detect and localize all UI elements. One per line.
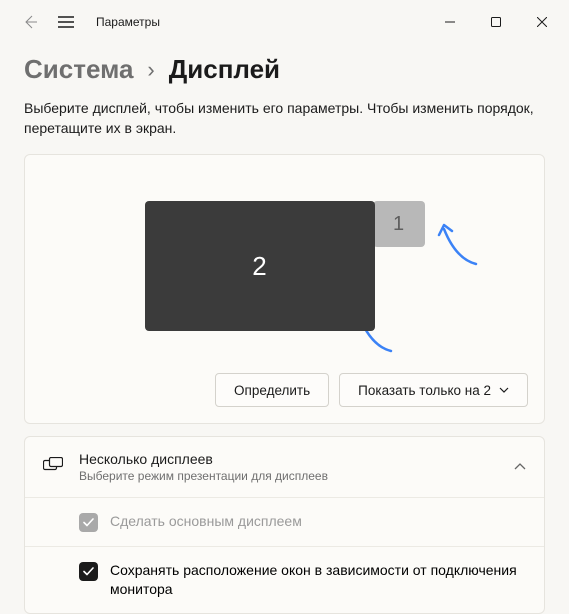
breadcrumb-separator: ›: [147, 57, 154, 83]
breadcrumb-parent[interactable]: Система: [24, 54, 133, 85]
annotation-arrow-2: [436, 219, 486, 274]
remember-layout-label: Сохранять расположение окон в зависимост…: [110, 561, 526, 599]
multiple-displays-header[interactable]: Несколько дисплеев Выберите режим презен…: [25, 437, 544, 497]
display-arrangement-area: 2 1 Определить Показать только на 2: [24, 154, 545, 424]
monitor-1[interactable]: 1: [373, 201, 425, 247]
projection-mode-label: Показать только на 2: [358, 383, 491, 398]
multiple-displays-icon: [43, 457, 63, 478]
multiple-displays-body: Сделать основным дисплеем Сохранять расп…: [25, 497, 544, 613]
page-description: Выберите дисплей, чтобы изменить его пар…: [24, 99, 545, 138]
remember-layout-checkbox[interactable]: [79, 562, 98, 581]
projection-mode-dropdown[interactable]: Показать только на 2: [339, 373, 528, 407]
monitor-stage[interactable]: 2 1: [41, 171, 528, 361]
multiple-displays-subtitle: Выберите режим презентации для дисплеев: [79, 469, 498, 483]
collapse-button[interactable]: [514, 458, 526, 476]
content: Система › Дисплей Выберите дисплей, чтоб…: [0, 54, 569, 614]
back-button[interactable]: [18, 10, 42, 34]
monitor-2[interactable]: 2: [145, 201, 375, 331]
chevron-down-icon: [499, 387, 509, 393]
minimize-icon: [445, 17, 455, 27]
multiple-displays-titles: Несколько дисплеев Выберите режим презен…: [79, 451, 498, 483]
make-primary-checkbox: [79, 513, 98, 532]
maximize-icon: [491, 17, 501, 27]
arrow-left-icon: [22, 14, 38, 30]
app-title: Параметры: [96, 15, 160, 29]
maximize-button[interactable]: [473, 6, 519, 38]
multiple-displays-section: Несколько дисплеев Выберите режим презен…: [24, 436, 545, 614]
checkmark-icon: [83, 567, 94, 576]
close-icon: [537, 17, 547, 27]
identify-button[interactable]: Определить: [215, 373, 329, 407]
make-primary-row: Сделать основным дисплеем: [25, 498, 544, 546]
hamburger-icon: [58, 16, 74, 28]
multiple-displays-title: Несколько дисплеев: [79, 451, 498, 467]
titlebar-left: Параметры: [4, 4, 160, 40]
breadcrumb-current: Дисплей: [169, 54, 280, 85]
display-actions: Определить Показать только на 2: [41, 373, 528, 407]
chevron-up-icon: [514, 463, 526, 471]
menu-button[interactable]: [48, 4, 84, 40]
make-primary-label: Сделать основным дисплеем: [110, 512, 302, 531]
window-controls: [427, 6, 565, 38]
minimize-button[interactable]: [427, 6, 473, 38]
close-button[interactable]: [519, 6, 565, 38]
breadcrumb: Система › Дисплей: [24, 54, 545, 85]
titlebar: Параметры: [0, 0, 569, 44]
identify-label: Определить: [234, 383, 310, 398]
checkmark-icon: [83, 518, 94, 527]
